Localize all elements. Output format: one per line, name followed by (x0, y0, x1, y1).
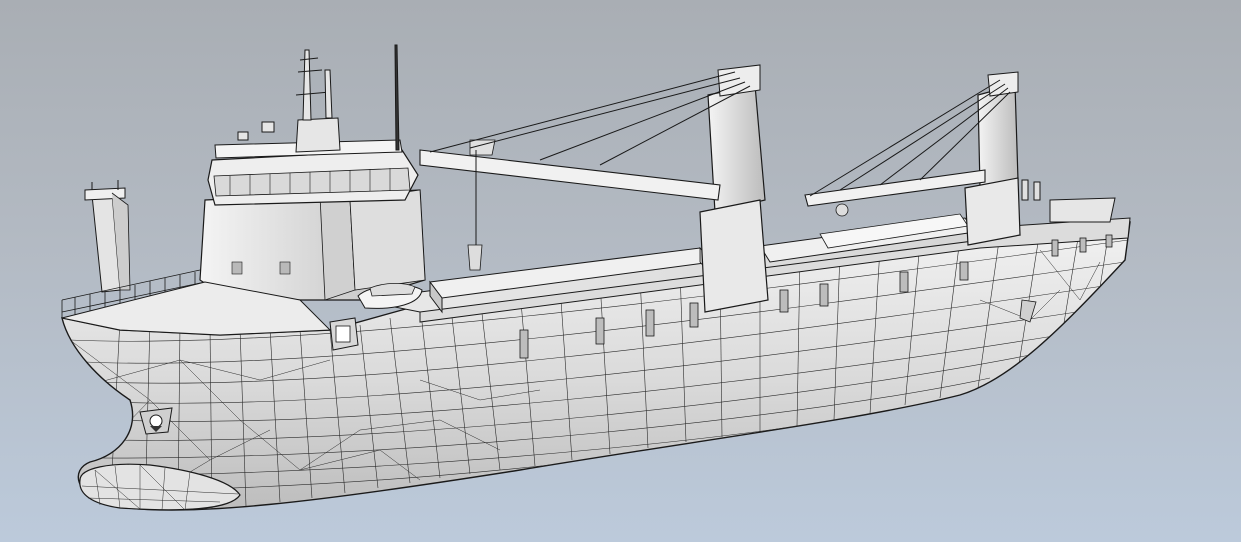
radar-mast (237, 44, 400, 153)
bow-structure (329, 317, 359, 351)
fore-mast (84, 180, 131, 293)
ship-model (61, 44, 1131, 511)
superstructure (199, 139, 426, 301)
stern-mast (1021, 179, 1041, 201)
cad-viewport[interactable] (0, 0, 1241, 542)
crane-2 (804, 71, 1021, 246)
anchor-icon (139, 407, 173, 435)
